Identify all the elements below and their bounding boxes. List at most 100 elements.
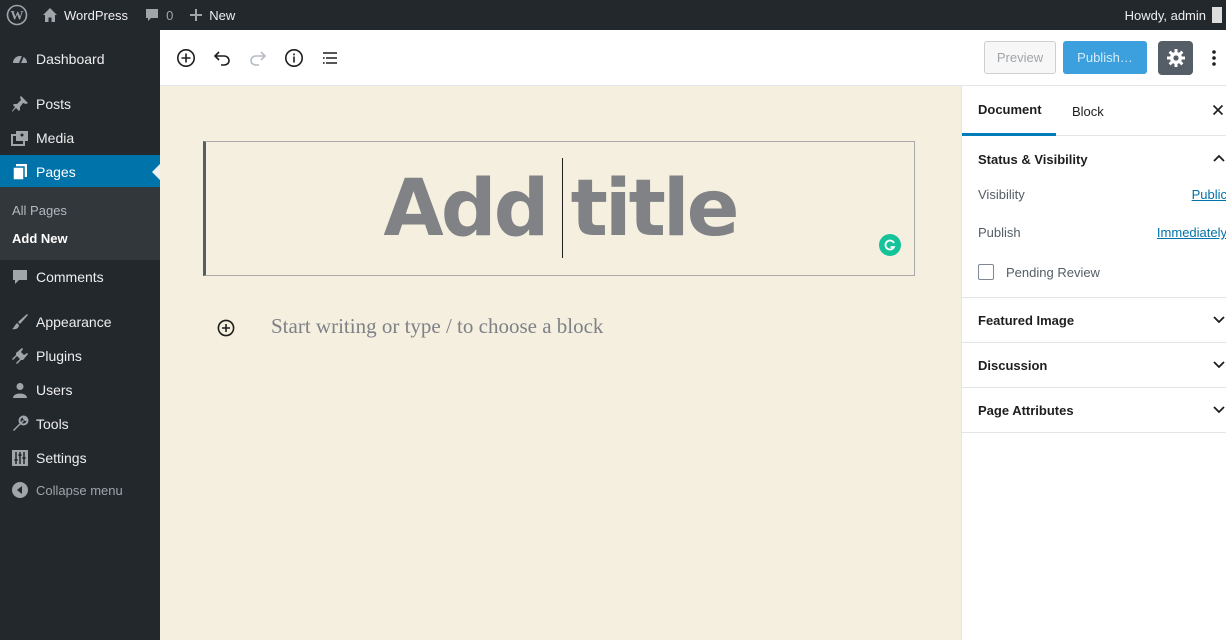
pages-icon: [10, 162, 30, 182]
settings-sidebar: Document Block Status & Visibility Visib…: [961, 86, 1226, 640]
page-attributes-heading[interactable]: Page Attributes: [978, 403, 1074, 418]
comments-link[interactable]: 0: [136, 0, 181, 30]
wordpress-logo-button[interactable]: W: [0, 0, 34, 30]
block-inserter-button[interactable]: [216, 318, 236, 338]
post-title-field[interactable]: Add title: [203, 141, 915, 276]
tab-block[interactable]: Block: [1072, 86, 1104, 136]
site-name: WordPress: [64, 7, 129, 23]
sidebar-item-label: Users: [36, 382, 73, 398]
sidebar-item-tools[interactable]: Tools: [0, 407, 160, 441]
sidebar-item-appearance[interactable]: Appearance: [0, 305, 160, 339]
sidebar-item-label: Appearance: [36, 314, 112, 330]
status-visibility-heading[interactable]: Status & Visibility: [978, 152, 1088, 167]
settings-sliders-icon: [10, 448, 30, 468]
block-navigation-button[interactable]: [316, 44, 344, 72]
info-icon: [285, 49, 303, 67]
comment-icon: [10, 267, 30, 287]
chevron-down-icon[interactable]: [1211, 312, 1226, 328]
brush-icon: [10, 312, 30, 332]
site-name-link[interactable]: WordPress: [34, 0, 136, 30]
pending-review-checkbox[interactable]: [978, 264, 994, 280]
sidebar-item-comments[interactable]: Comments: [0, 260, 160, 294]
sidebar-item-settings[interactable]: Settings: [0, 441, 160, 475]
chevron-down-icon[interactable]: [1211, 357, 1226, 373]
comment-bubble-icon: [146, 9, 159, 21]
list-outline-icon: [323, 52, 337, 64]
sidebar-item-pages[interactable]: Pages: [0, 155, 160, 189]
sidebar-item-users[interactable]: Users: [0, 373, 160, 407]
vertical-ellipsis-icon: [1212, 50, 1216, 66]
media-icon: [10, 128, 30, 148]
undo-icon: [213, 51, 230, 66]
sidebar-item-posts[interactable]: Posts: [0, 87, 160, 121]
plugin-icon: [10, 346, 30, 366]
status-visibility-panel: Status & Visibility Visibility Public Pu…: [962, 136, 1226, 298]
page-attributes-panel[interactable]: Page Attributes: [962, 388, 1226, 433]
grammarly-icon: [884, 239, 896, 251]
sidebar-item-label: Plugins: [36, 348, 82, 364]
pending-review-label[interactable]: Pending Review: [1006, 265, 1100, 280]
grammarly-button[interactable]: [879, 234, 901, 256]
sidebar-item-plugins[interactable]: Plugins: [0, 339, 160, 373]
preview-button[interactable]: Preview: [984, 41, 1056, 74]
publish-label: Publish: [978, 225, 1021, 240]
sidebar-item-media[interactable]: Media: [0, 121, 160, 155]
add-circle-icon: [217, 319, 235, 337]
redo-icon: [250, 51, 267, 66]
submenu-item-all-pages[interactable]: All Pages: [12, 203, 67, 218]
admin-sidebar: Dashboard Posts Media Pages All Pages Ad…: [0, 30, 160, 640]
visibility-toggle-link[interactable]: Public: [1192, 187, 1226, 202]
visibility-label: Visibility: [978, 187, 1025, 202]
user-icon: [10, 380, 30, 400]
block-placeholder[interactable]: Start writing or type / to choose a bloc…: [271, 314, 603, 339]
tab-document[interactable]: Document: [962, 86, 1056, 136]
wrench-icon: [10, 414, 30, 434]
publish-button[interactable]: Publish…: [1063, 41, 1147, 74]
sidebar-item-label: Tools: [36, 416, 69, 432]
sidebar-item-label: Posts: [36, 96, 72, 112]
settings-tabs: Document Block: [962, 86, 1226, 136]
home-icon: [43, 8, 57, 22]
content-info-button[interactable]: [280, 44, 308, 72]
close-settings-button[interactable]: [1210, 102, 1226, 118]
sidebar-item-label: Settings: [36, 450, 87, 466]
my-account-link[interactable]: Howdy, admin: [1117, 0, 1226, 30]
undo-button[interactable]: [208, 44, 236, 72]
sidebar-item-label: Pages: [36, 164, 76, 180]
settings-toggle-button[interactable]: [1158, 41, 1193, 75]
sidebar-item-label: Media: [36, 130, 75, 146]
greeting-text: Howdy, admin: [1124, 7, 1206, 23]
collapse-arrow-icon: [10, 480, 30, 500]
featured-image-panel[interactable]: Featured Image: [962, 298, 1226, 343]
collapse-menu-label: Collapse menu: [36, 482, 123, 498]
wordpress-logo-icon: W: [6, 4, 28, 26]
new-label: New: [209, 7, 236, 23]
chevron-up-icon[interactable]: [1211, 150, 1226, 166]
featured-image-heading[interactable]: Featured Image: [978, 313, 1074, 328]
add-block-button[interactable]: [172, 44, 200, 72]
discussion-heading[interactable]: Discussion: [978, 358, 1047, 373]
comments-count: 0: [166, 7, 174, 23]
more-menu-button[interactable]: [1204, 44, 1224, 72]
dashboard-icon: [10, 49, 30, 69]
sidebar-item-label: Dashboard: [36, 51, 105, 67]
chevron-down-icon[interactable]: [1211, 402, 1226, 418]
discussion-panel[interactable]: Discussion: [962, 343, 1226, 388]
add-circle-icon: [177, 49, 195, 67]
publish-date-link[interactable]: Immediately: [1157, 225, 1226, 240]
admin-bar: W WordPress 0 New Howdy, admin: [0, 0, 1226, 30]
avatar: [1212, 7, 1222, 23]
text-caret: [562, 158, 563, 258]
sidebar-item-label: Comments: [36, 269, 104, 285]
plus-icon: [190, 9, 203, 21]
submenu-item-add-new[interactable]: Add New: [12, 231, 68, 246]
pages-submenu: All Pages Add New: [0, 187, 160, 260]
svg-text:W: W: [11, 8, 24, 23]
gear-icon: [1166, 49, 1185, 67]
redo-button[interactable]: [244, 44, 272, 72]
editor-canvas[interactable]: Add title Start writing or type / to cho…: [160, 86, 961, 640]
new-content-link[interactable]: New: [181, 0, 243, 30]
close-icon: [1212, 104, 1224, 116]
sidebar-item-dashboard[interactable]: Dashboard: [0, 42, 160, 76]
collapse-menu-button[interactable]: Collapse menu: [0, 473, 160, 507]
